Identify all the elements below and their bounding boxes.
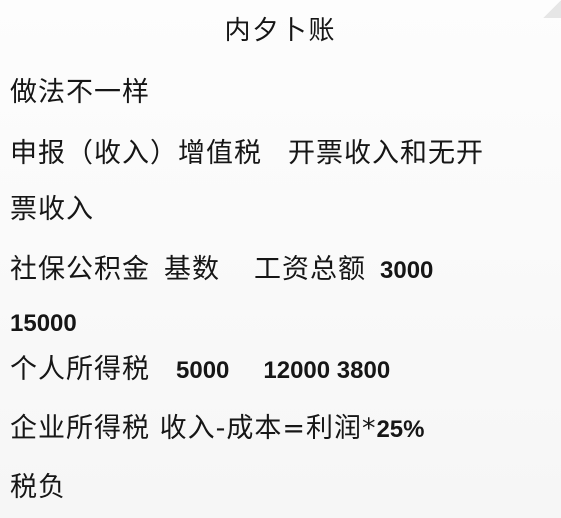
tax-burden-label: 税负: [10, 472, 66, 503]
page-corner-decoration: [543, 0, 561, 18]
text-line-1: 做法不一样: [10, 76, 150, 110]
slide-canvas: 内夕卜账 做法不一样 申报（收入）增值税 开票收入和无开 票收入 社保公积金 基数 工…: [0, 0, 561, 518]
personal-tax-label: 个人所得税: [10, 354, 150, 385]
vat-label: 申报（收入）增值税: [10, 138, 262, 169]
text-line-3: 票收入: [10, 193, 94, 227]
text-line-2: 申报（收入）增值税 开票收入和无开: [10, 137, 484, 171]
line-3-text: 票收入: [10, 194, 94, 225]
text-line-4: 社保公积金 基数 工资总额 3000: [10, 253, 433, 288]
wage-max-value: 15000: [10, 310, 77, 337]
total-wage-label: 工资总额: [254, 254, 366, 285]
text-line-5: 15000: [10, 306, 77, 341]
vat-description: 开票收入和无开: [288, 138, 484, 169]
text-line-6: 个人所得税 5000 12000 3800: [10, 353, 390, 388]
line-1-text: 做法不一样: [10, 77, 150, 108]
social-security-label: 社保公积金: [10, 254, 150, 285]
text-line-8: 税负: [10, 471, 66, 505]
page-title: 内夕卜账: [224, 16, 337, 46]
wage-min-value: 3000: [380, 257, 434, 284]
base-label: 基数: [164, 254, 220, 285]
text-line-7: 企业所得税 收入-成本=利润*25%: [10, 412, 425, 447]
corporate-tax-formula: 企业所得税 收入-成本=利润*: [10, 413, 377, 444]
personal-tax-values: 12000 3800: [263, 357, 391, 384]
corporate-tax-rate: 25%: [376, 416, 425, 443]
personal-tax-threshold: 5000: [176, 357, 230, 384]
